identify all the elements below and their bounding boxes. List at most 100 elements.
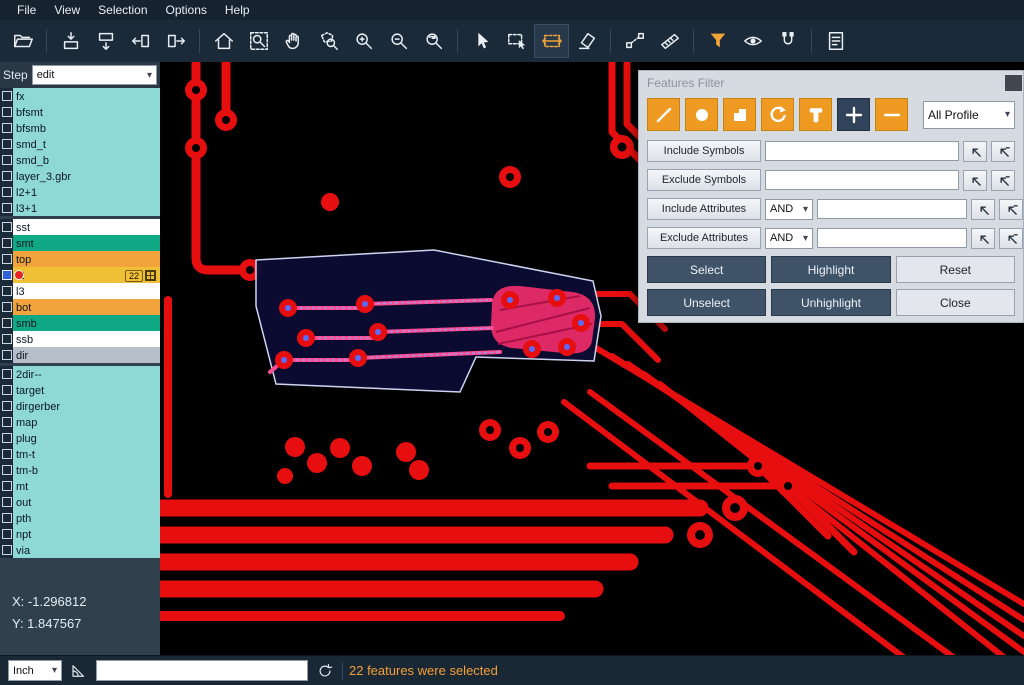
pan-button[interactable] bbox=[277, 25, 310, 57]
layer-visibility-checkbox[interactable] bbox=[0, 184, 13, 200]
layer-row-ssb[interactable]: ssb bbox=[0, 331, 160, 347]
layer-visibility-checkbox[interactable] bbox=[0, 542, 13, 558]
layer-visibility-checkbox[interactable] bbox=[0, 104, 13, 120]
layer-row-smd_t[interactable]: smd_t bbox=[0, 136, 160, 152]
layer-visibility-checkbox[interactable] bbox=[0, 430, 13, 446]
move-out-button[interactable] bbox=[159, 25, 192, 57]
layer-row-map[interactable]: map bbox=[0, 414, 160, 430]
layer-row-via[interactable]: via bbox=[0, 542, 160, 558]
filter-arcs-button[interactable] bbox=[761, 98, 794, 131]
menu-file[interactable]: File bbox=[8, 3, 45, 17]
report-button[interactable] bbox=[819, 25, 852, 57]
layer-visibility-checkbox[interactable] bbox=[0, 494, 13, 510]
filter-text-button[interactable]: T bbox=[799, 98, 832, 131]
layer-visibility-checkbox[interactable] bbox=[0, 152, 13, 168]
layer-visibility-checkbox[interactable] bbox=[0, 235, 13, 251]
exclude-attributes-logic-dropdown[interactable]: AND ▾ bbox=[765, 228, 813, 249]
menu-selection[interactable]: Selection bbox=[89, 3, 156, 17]
layer-visibility-checkbox[interactable] bbox=[0, 347, 13, 363]
layer-row-fx[interactable]: fx bbox=[0, 88, 160, 104]
rectangle-select-button[interactable] bbox=[500, 25, 533, 57]
include-attributes-input[interactable] bbox=[817, 199, 967, 219]
layer-visibility-checkbox[interactable] bbox=[0, 120, 13, 136]
include-attributes-pick-button[interactable] bbox=[971, 199, 995, 220]
layer-row-layer_3.gbr[interactable]: layer_3.gbr bbox=[0, 168, 160, 184]
layer-row-tm-t[interactable]: tm-t bbox=[0, 446, 160, 462]
reference-select-button[interactable] bbox=[535, 25, 568, 57]
snap-button[interactable] bbox=[771, 25, 804, 57]
layer-visibility-checkbox[interactable] bbox=[0, 382, 13, 398]
layer-row-l2+1[interactable]: l2+1 bbox=[0, 184, 160, 200]
layer-visibility-checkbox[interactable] bbox=[0, 478, 13, 494]
include-symbols-pick-button[interactable] bbox=[963, 141, 987, 162]
layer-row-smd_b[interactable]: smd_b bbox=[0, 152, 160, 168]
dialog-close-button[interactable] bbox=[1005, 75, 1022, 91]
include-attributes-pick-add-button[interactable] bbox=[999, 199, 1023, 220]
include-symbols-button[interactable]: Include Symbols bbox=[647, 140, 761, 162]
exclude-attributes-pick-add-button[interactable] bbox=[999, 228, 1023, 249]
layer-visibility-checkbox[interactable] bbox=[0, 219, 13, 235]
layer-row-bot[interactable]: bot bbox=[0, 299, 160, 315]
exclude-attributes-input[interactable] bbox=[817, 228, 967, 248]
layer-visibility-checkbox[interactable] bbox=[0, 398, 13, 414]
menu-view[interactable]: View bbox=[45, 3, 89, 17]
layer-row-out[interactable]: out bbox=[0, 494, 160, 510]
exclude-symbols-pick-button[interactable] bbox=[963, 170, 987, 191]
step-dropdown[interactable]: edit ▾ bbox=[32, 65, 157, 85]
exclude-attributes-button[interactable]: Exclude Attributes bbox=[647, 227, 761, 249]
layer-row-bfsmt[interactable]: bfsmt bbox=[0, 104, 160, 120]
home-view-button[interactable] bbox=[207, 25, 240, 57]
open-file-button[interactable] bbox=[6, 25, 39, 57]
layer-row-top[interactable]: top bbox=[0, 251, 160, 267]
include-attributes-logic-dropdown[interactable]: AND ▾ bbox=[765, 199, 813, 220]
layer-row-tm-b[interactable]: tm-b bbox=[0, 462, 160, 478]
exclude-symbols-button[interactable]: Exclude Symbols bbox=[647, 169, 761, 191]
include-symbols-input[interactable] bbox=[765, 141, 959, 161]
layer-row-bfsmb[interactable]: bfsmb bbox=[0, 120, 160, 136]
layer-visibility-checkbox[interactable] bbox=[0, 331, 13, 347]
include-attributes-button[interactable]: Include Attributes bbox=[647, 198, 761, 220]
layer-row-dir[interactable]: dir bbox=[0, 347, 160, 363]
layer-visibility-checkbox[interactable] bbox=[0, 299, 13, 315]
features-filter-button[interactable] bbox=[701, 25, 734, 57]
pcb-canvas[interactable]: Features Filter T All Profile ▾ bbox=[160, 62, 1024, 655]
zoom-window-button[interactable] bbox=[242, 25, 275, 57]
exclude-symbols-pick-add-button[interactable] bbox=[991, 170, 1015, 191]
pointer-select-button[interactable] bbox=[465, 25, 498, 57]
select-button[interactable]: Select bbox=[647, 256, 766, 283]
move-in-button[interactable] bbox=[124, 25, 157, 57]
layer-row-npt[interactable]: npt bbox=[0, 526, 160, 542]
zoom-out-button[interactable] bbox=[382, 25, 415, 57]
menu-options[interactable]: Options bbox=[157, 3, 216, 17]
ruler-button[interactable] bbox=[653, 25, 686, 57]
layer-row-mt[interactable]: mt bbox=[0, 478, 160, 494]
layer-visibility-checkbox[interactable] bbox=[0, 366, 13, 382]
filter-negative-button[interactable] bbox=[875, 98, 908, 131]
unselect-button[interactable]: Unselect bbox=[647, 289, 766, 316]
measure-points-button[interactable] bbox=[618, 25, 651, 57]
layer-visibility-checkbox[interactable] bbox=[0, 136, 13, 152]
unhighlight-button[interactable]: Unhighlight bbox=[771, 289, 890, 316]
layer-visibility-checkbox[interactable] bbox=[0, 510, 13, 526]
reset-button[interactable]: Reset bbox=[896, 256, 1015, 283]
eraser-button[interactable] bbox=[570, 25, 603, 57]
zoom-in-button[interactable] bbox=[347, 25, 380, 57]
layer-row-sst[interactable]: sst bbox=[0, 219, 160, 235]
layer-row-plug[interactable]: plug bbox=[0, 430, 160, 446]
exclude-symbols-input[interactable] bbox=[765, 170, 959, 190]
include-symbols-pick-add-button[interactable] bbox=[991, 141, 1015, 162]
filter-surfaces-button[interactable] bbox=[723, 98, 756, 131]
refresh-button[interactable] bbox=[314, 660, 336, 682]
zoom-polygon-button[interactable] bbox=[312, 25, 345, 57]
close-button[interactable]: Close bbox=[896, 289, 1015, 316]
layer-row-target[interactable]: target bbox=[0, 382, 160, 398]
layer-visibility-checkbox[interactable] bbox=[0, 526, 13, 542]
filter-positive-button[interactable] bbox=[837, 98, 870, 131]
layer-row-2dir--[interactable]: 2dir-- bbox=[0, 366, 160, 382]
layer-visibility-checkbox[interactable] bbox=[0, 315, 13, 331]
filter-lines-button[interactable] bbox=[647, 98, 680, 131]
layer-row-l3+1[interactable]: l3+1 bbox=[0, 200, 160, 216]
profile-dropdown[interactable]: All Profile ▾ bbox=[923, 101, 1015, 129]
menu-help[interactable]: Help bbox=[216, 3, 259, 17]
visibility-button[interactable] bbox=[736, 25, 769, 57]
